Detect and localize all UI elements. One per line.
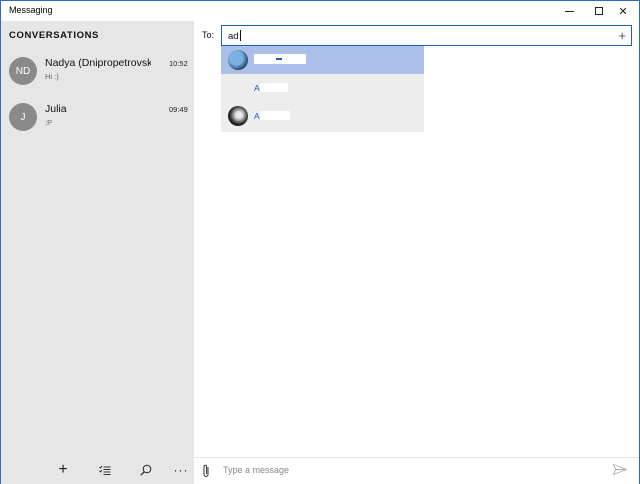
recipient-input-value: ad — [228, 30, 241, 42]
avatar: J — [9, 103, 37, 131]
suggestion-item[interactable] — [221, 46, 424, 74]
more-icon: ··· — [173, 463, 189, 477]
contact-suggestions: A A — [221, 46, 424, 132]
more-button[interactable]: ··· — [169, 459, 193, 481]
redacted-block — [259, 83, 288, 92]
conversation-snippet: ;P — [45, 118, 53, 127]
conversations-sidebar: CONVERSATIONS ND Nadya (Dnipropetrovsk) … — [1, 21, 194, 484]
search-icon — [140, 464, 152, 476]
recipient-input[interactable]: ad + — [221, 25, 632, 46]
title-bar: Messaging ✕ — [1, 1, 639, 21]
minimize-icon — [564, 10, 574, 12]
close-button[interactable]: ✕ — [607, 1, 639, 21]
sidebar-toolbar: + ··· — [1, 456, 194, 484]
to-label: To: — [202, 30, 215, 40]
send-icon — [612, 463, 628, 476]
new-conversation-button[interactable]: + — [51, 459, 75, 481]
text-caret — [239, 30, 241, 41]
conversation-name: Julia — [45, 103, 67, 115]
conversation-item[interactable]: ND Nadya (Dnipropetrovsk) Hi :) 10:52 — [1, 53, 194, 99]
conversation-name: Nadya (Dnipropetrovsk) — [45, 57, 151, 69]
search-button[interactable] — [134, 459, 158, 481]
plus-icon: + — [618, 28, 626, 43]
send-button[interactable] — [612, 463, 628, 478]
conversation-time: 09:49 — [169, 105, 188, 114]
select-list-icon — [99, 465, 111, 475]
close-icon: ✕ — [618, 5, 628, 18]
contact-photo — [228, 106, 248, 126]
conversation-time: 10:52 — [169, 59, 188, 68]
suggestion-name: A — [254, 111, 290, 121]
sidebar-heading: CONVERSATIONS — [9, 30, 99, 41]
paperclip-icon — [203, 464, 209, 477]
avatar: ND — [9, 57, 37, 85]
window-title: Messaging — [9, 5, 53, 15]
contact-photo — [228, 50, 248, 70]
message-input[interactable]: Type a message — [223, 465, 289, 475]
plus-icon: + — [58, 461, 68, 478]
minimize-button[interactable] — [553, 1, 585, 21]
messaging-window: Messaging ✕ CONVERSATIONS ND Nadya (Dnip… — [0, 0, 640, 484]
suggestion-name: A — [254, 83, 288, 93]
attach-button[interactable] — [202, 464, 210, 481]
message-pane: To: ad + A A Type a message — [194, 21, 639, 484]
suggestion-item[interactable]: A — [221, 74, 424, 102]
conversation-snippet: Hi :) — [45, 72, 59, 81]
compose-bar: Type a message — [194, 457, 639, 484]
suggestion-name — [254, 54, 306, 64]
maximize-icon — [595, 7, 603, 15]
select-button[interactable] — [93, 459, 117, 481]
suggestion-item[interactable]: A — [221, 102, 424, 130]
redacted-block — [259, 111, 290, 120]
add-contact-button[interactable]: + — [618, 28, 626, 43]
conversation-item[interactable]: J Julia ;P 09:49 — [1, 99, 194, 145]
